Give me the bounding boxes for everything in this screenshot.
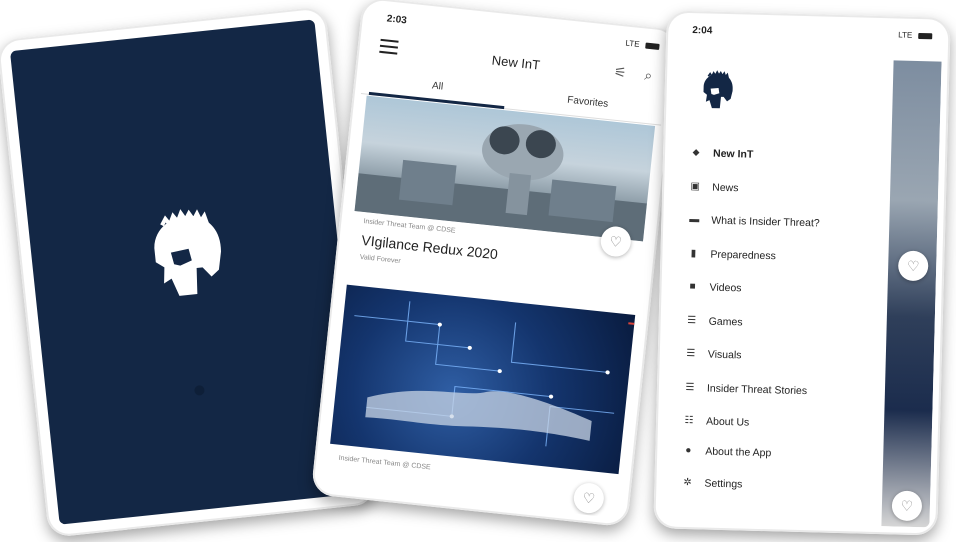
menu-item-insider-threat-stories[interactable]: ☰ Insider Threat Stories [682,379,873,417]
phone-drawer: 2:04 LTE ♡ ♡ ⬥ New InT ▣ News ▬ What is [653,10,951,536]
favorite-heart-icon: ♡ [897,250,929,282]
list-bars-icon: ☷ [684,414,694,427]
article-validity: Valid Forever [359,253,401,266]
spartan-helmet-icon [154,209,222,296]
tag-icon: ⬥ [692,147,700,159]
menu-item-label: Insider Threat Stories [706,382,808,397]
menu-item-news[interactable]: ▣ News [688,178,879,216]
menu-item-label: Visuals [707,348,742,362]
menu-item-about-the-app[interactable]: ● About the App [681,443,872,480]
phone-feed: 2:03 LTE New InT ⚟ ⌕ All Favorites Insid… [310,0,680,528]
handshake-circuit-image [330,284,636,475]
battery-icon [645,42,660,50]
feed-screen: 2:03 LTE New InT ⚟ ⌕ All Favorites Insid… [319,5,671,519]
filter-icon[interactable]: ⚟ [613,63,627,81]
drawer-screen: 2:04 LTE ♡ ♡ ⬥ New InT ▣ News ▬ What is [661,18,943,528]
card-icon: ▬ [689,214,700,226]
status-bar: 2:04 LTE [674,19,942,48]
dimmed-content-behind-drawer[interactable]: ♡ ♡ [881,60,942,528]
drawer-menu: ⬥ New InT ▣ News ▬ What is Insider Threa… [681,145,879,451]
menu-item-videos[interactable]: ■ Videos [685,279,876,317]
menu-item-label: Games [708,315,743,328]
menu-item-new-int[interactable]: ⬥ New InT [688,145,879,183]
status-time: 2:04 [692,25,713,37]
menu-item-label: Videos [709,281,742,295]
circuit-illustration [354,301,615,447]
article-card[interactable]: Insider Threat Team @ CDSE ♡ [326,284,636,515]
menu-item-label: What is Insider Threat? [711,214,820,230]
battery-icon [918,32,933,40]
menu-item-visuals[interactable]: ☰ Visuals [683,346,874,384]
menu-item-settings[interactable]: ✲ Settings [680,475,871,512]
menu-item-label: New InT [712,147,754,161]
menu-item-preparedness[interactable]: ▮ Preparedness [686,245,877,283]
info-icon: ● [685,445,692,457]
status-time: 2:03 [386,13,408,27]
image-icon: ▣ [690,180,701,192]
menu-item-label: Preparedness [710,248,776,262]
spartan-helmet-icon [703,70,733,109]
menu-item-games[interactable]: ☰ Games [684,312,875,350]
list-icon: ☰ [685,381,695,393]
video-icon: ■ [689,281,696,293]
home-indicator [193,385,205,397]
gear-icon: ✲ [683,476,692,489]
network-indicator: LTE [625,38,641,49]
bar-icon: ▮ [690,247,697,259]
menu-item-label: About Us [705,415,750,429]
article-source: Insider Threat Team @ CDSE [338,454,431,472]
favorite-heart-icon: ♡ [891,490,923,522]
network-indicator: LTE [898,30,913,40]
splash-screen [9,19,365,525]
list-icon: ☰ [686,348,696,360]
tab-favorites[interactable]: Favorites [512,89,663,116]
menu-item-label: About the App [705,445,772,460]
favorite-heart-icon[interactable]: ♡ [572,481,606,515]
article-source: Insider Threat Team @ CDSE [363,218,456,235]
menu-item-what-is-insider-threat[interactable]: ▬ What is Insider Threat? [687,212,878,250]
drawer-footer-menu: ● About the App ✲ Settings [680,443,872,512]
menu-item-label: News [712,181,739,194]
menu-item-label: Settings [704,477,743,491]
article-card[interactable]: Insider Threat Team @ CDSE VIgilance Red… [347,95,656,310]
list-icon: ☰ [687,314,697,326]
